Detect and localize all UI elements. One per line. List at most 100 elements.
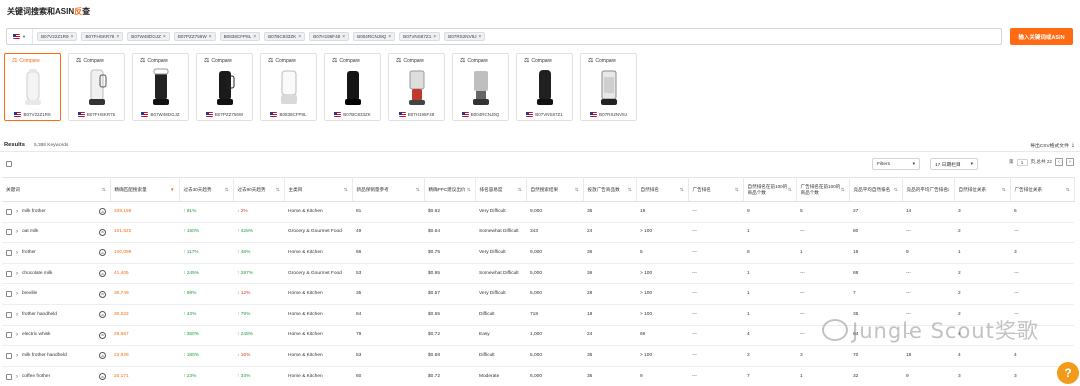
chevron-right-icon[interactable]: › (16, 250, 18, 256)
column-header[interactable]: 自然排位关系 ⇅ (954, 177, 1011, 202)
filters-dropdown[interactable]: Filters ▾ (872, 158, 920, 170)
column-header[interactable]: 自然排名 ⇅ (636, 177, 689, 202)
close-icon[interactable]: × (388, 34, 391, 40)
product-card[interactable]: ⚖ Compare B004RCNJ9Q (452, 53, 509, 121)
sort-icon[interactable]: ⇅ (841, 187, 845, 193)
chevron-right-icon[interactable]: › (16, 271, 18, 277)
chevron-right-icon[interactable]: › (16, 291, 18, 297)
asin-chip[interactable]: B0838CFP8L × (219, 32, 261, 41)
row-checkbox[interactable] (6, 270, 12, 277)
sort-icon[interactable]: ⇅ (788, 187, 792, 193)
sort-icon[interactable]: ⇅ (518, 187, 522, 193)
sort-icon[interactable]: ▼ (170, 187, 174, 193)
column-header[interactable]: 竞品平均自然排名 ⇅ (849, 177, 903, 202)
amazon-link-icon[interactable]: a (99, 311, 106, 319)
close-icon[interactable]: × (433, 34, 436, 40)
row-checkbox[interactable] (6, 291, 12, 298)
column-header[interactable]: 广告排名 ⇅ (688, 177, 744, 202)
sort-icon[interactable]: ⇅ (102, 187, 106, 193)
column-header[interactable]: 排名容易度 ⇅ (475, 177, 527, 202)
product-card[interactable]: ⚖ Compare B07PZZ756W (196, 53, 253, 121)
marketplace-select[interactable]: ▼ (7, 29, 33, 44)
asin-chip[interactable]: B07FHSKR76 × (81, 32, 124, 41)
asin-chip[interactable]: B07BC833ZK × (264, 32, 306, 41)
chevron-right-icon[interactable]: › (16, 312, 18, 318)
column-header[interactable]: 竞品的平均广告排名 ⇅ (902, 177, 955, 202)
asin-chip[interactable]: B004RCNJ9Q × (353, 32, 396, 41)
table-row[interactable]: › coffee frother a 20,171 ↑ 23% ↑ 34% Home & K… (2, 366, 1074, 386)
column-header[interactable]: 广告排位关系 ⇅ (1010, 177, 1075, 202)
sort-icon[interactable]: ⇅ (735, 187, 739, 193)
amazon-link-icon[interactable]: a (99, 249, 106, 257)
row-checkbox[interactable] (6, 352, 12, 359)
page-input[interactable]: 1 (1016, 158, 1028, 166)
row-checkbox[interactable] (6, 229, 12, 236)
compare-toggle[interactable]: ⚖ Compare (332, 57, 360, 65)
table-row[interactable]: › breville a 36,749 ↑ 98% ↓ 12% Home & Kitchen… (2, 283, 1074, 305)
table-row[interactable]: › chocolate milk a 41,405 ↑ 245% ↑ 287% Grocer… (2, 263, 1074, 285)
column-header[interactable]: 广告排名在前100的商品个数 ⇅ (796, 177, 850, 202)
compare-toggle[interactable]: ⚖ Compare (140, 57, 168, 65)
asin-chip[interactable]: B07RS2NV9J × (444, 32, 486, 41)
sort-icon[interactable]: ⇅ (1002, 187, 1006, 193)
column-header[interactable]: 过去90天趋势 ⇅ (233, 177, 285, 202)
chevron-right-icon[interactable]: › (16, 209, 18, 215)
column-header[interactable]: 新品保销量参考 ⇅ (352, 177, 425, 202)
close-icon[interactable]: × (479, 34, 482, 40)
compare-toggle[interactable]: ⚖ Compare (524, 57, 552, 65)
column-dropdown[interactable]: 17 日期栏目 ▾ (930, 158, 978, 170)
compare-toggle[interactable]: ⚖ Compare (204, 57, 232, 65)
product-card[interactable]: ⚖ Compare B07W48DGJZ (132, 53, 189, 121)
product-card[interactable]: ⚖ Compare B07RS2NV9J (580, 53, 637, 121)
close-icon[interactable]: × (342, 34, 345, 40)
table-row[interactable]: › milk frother a 338,159 ↑ 91% ↓ 2% Home & Kit… (2, 201, 1074, 223)
row-checkbox[interactable] (6, 373, 12, 380)
column-header[interactable]: 自然排名在前100的商品个数 ⇅ (743, 177, 797, 202)
search-submit-button[interactable]: 输入关键词或ASIN (1010, 28, 1073, 45)
select-all-checkbox[interactable] (6, 161, 12, 167)
sort-icon[interactable]: ⇅ (680, 187, 684, 193)
product-card[interactable]: ⚖ Compare B07BC833ZK (324, 53, 381, 121)
compare-toggle[interactable]: ⚖ Compare (76, 57, 104, 65)
product-card[interactable]: ⚖ Compare B07V22Z1R9 (4, 53, 61, 121)
amazon-link-icon[interactable]: a (99, 208, 106, 216)
column-header[interactable]: 过去30天趋势 ⇅ (179, 177, 234, 202)
compare-toggle[interactable]: ⚖ Compare (460, 57, 488, 65)
chevron-right-icon[interactable]: › (16, 229, 18, 235)
prev-page-button[interactable]: ‹ (1055, 158, 1063, 166)
close-icon[interactable]: × (209, 34, 212, 40)
row-checkbox[interactable] (6, 249, 12, 256)
sort-icon[interactable]: ⇅ (1066, 187, 1070, 193)
amazon-link-icon[interactable]: a (99, 228, 106, 236)
export-csv-link[interactable]: 导出CSV格式文件 ⤓ (1030, 142, 1074, 149)
next-page-button[interactable]: › (1066, 158, 1074, 166)
chevron-right-icon[interactable]: › (16, 374, 18, 380)
product-card[interactable]: ⚖ Compare B07H195F48 (388, 53, 445, 121)
column-header[interactable]: 投放广告商品数 ⇅ (583, 177, 637, 202)
asin-chip[interactable]: B07W48DGJZ × (127, 32, 170, 41)
row-checkbox[interactable] (6, 332, 12, 339)
amazon-link-icon[interactable]: a (99, 290, 106, 298)
chevron-right-icon[interactable]: › (16, 353, 18, 359)
asin-chip[interactable]: B07V22Z1R9 × (36, 32, 78, 41)
column-header[interactable]: 自然搜索结果 ⇅ (526, 177, 584, 202)
column-header[interactable]: 精确匹配搜索量 ▼ (110, 177, 180, 202)
sort-icon[interactable]: ⇅ (575, 187, 579, 193)
product-card[interactable]: ⚖ Compare B07FHSKR76 (68, 53, 125, 121)
compare-toggle[interactable]: ⚖ Compare (12, 57, 40, 65)
close-icon[interactable]: × (253, 34, 256, 40)
compare-toggle[interactable]: ⚖ Compare (396, 57, 424, 65)
sort-icon[interactable]: ⇅ (946, 187, 950, 193)
chevron-right-icon[interactable]: › (16, 332, 18, 338)
sort-icon[interactable]: ⇅ (628, 187, 632, 193)
sort-icon[interactable]: ⇅ (344, 187, 348, 193)
asin-chip[interactable]: B07VNS87Z1 × (399, 32, 441, 41)
table-row[interactable]: › milk frother handheld a 23,928 ↑ 180% ↓ 16%… (2, 345, 1074, 367)
sort-icon[interactable]: ⇅ (416, 187, 420, 193)
amazon-link-icon[interactable]: a (99, 331, 106, 339)
asin-search-bar[interactable]: ▼ B07V22Z1R9 × B07FHSKR76 × B07W48DGJZ × B07PZ… (6, 28, 1002, 45)
compare-toggle[interactable]: ⚖ Compare (268, 57, 296, 65)
amazon-link-icon[interactable]: a (99, 352, 106, 360)
help-button[interactable]: ? (1057, 362, 1079, 384)
close-icon[interactable]: × (298, 34, 301, 40)
